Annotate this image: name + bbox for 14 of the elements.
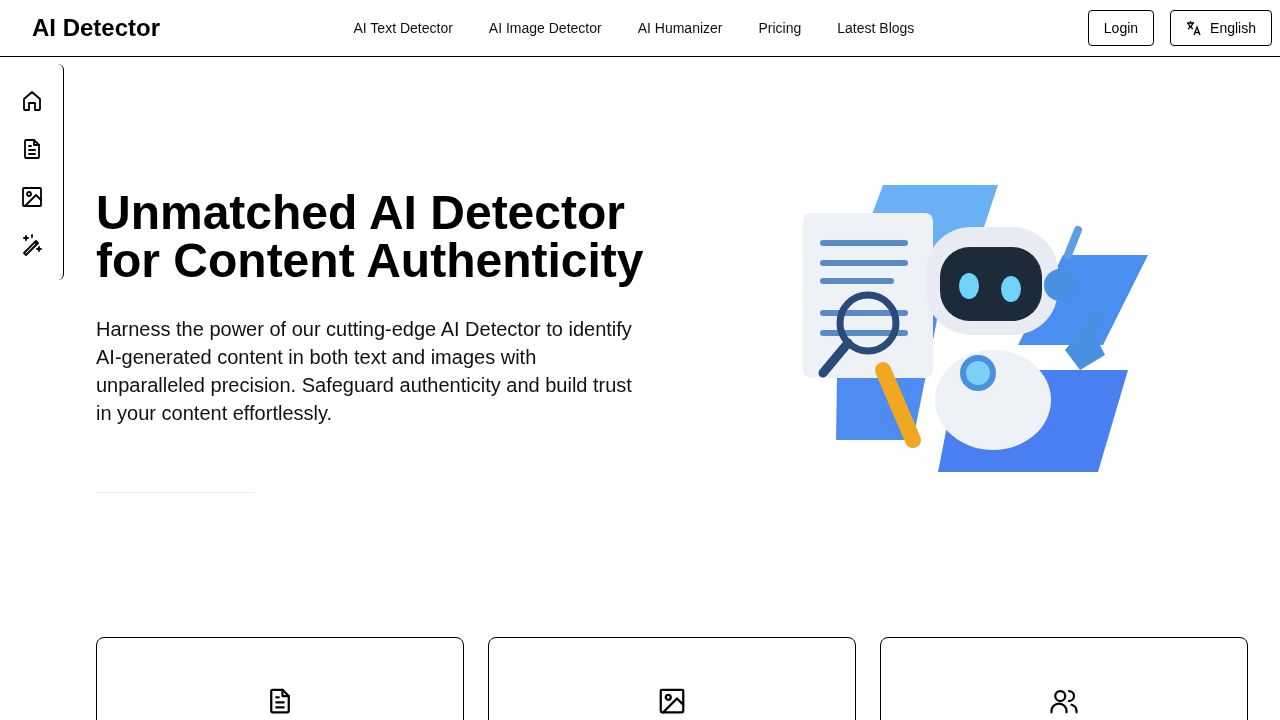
- nav-link[interactable]: Latest Blogs: [837, 17, 915, 39]
- image-icon: [19, 184, 44, 209]
- nav-link[interactable]: AI Image Detector: [488, 17, 602, 39]
- sidebar-image-button[interactable]: [19, 184, 44, 208]
- hero-title: Unmatched AI Detector for Content Authenticity: [96, 189, 645, 285]
- nav-link[interactable]: Pricing: [758, 17, 802, 39]
- language-button[interactable]: English: [1170, 10, 1272, 46]
- nav-link[interactable]: AI Humanizer: [637, 17, 723, 39]
- hero-description: Harness the power of our cutting-edge AI Detector to identify AI-generated content in both text and images with unparalleled precision. Safeguard authenticity and build trust in your content effortlessly.: [96, 317, 633, 426]
- nav-link[interactable]: AI Text Detector: [353, 17, 453, 39]
- login-button[interactable]: Login: [1087, 10, 1155, 46]
- site-logo-text[interactable]: AI Detector: [32, 10, 161, 46]
- image-icon: [657, 686, 687, 716]
- translate-icon: [1186, 20, 1203, 36]
